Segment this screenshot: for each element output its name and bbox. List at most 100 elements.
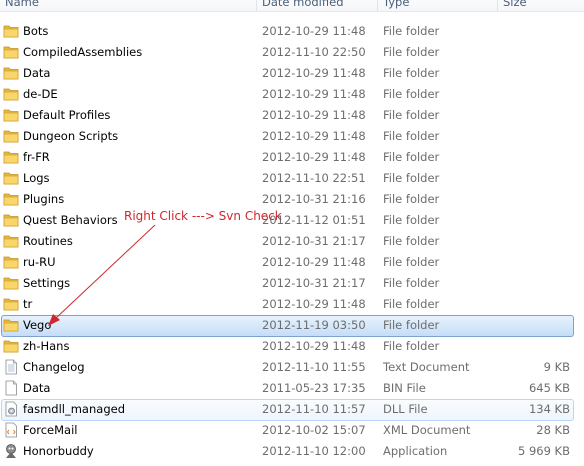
file-name: Bots (23, 24, 49, 38)
file-type: File folder (383, 318, 440, 332)
file-name: Plugins (23, 192, 65, 206)
file-row[interactable]: Routines 2012-10-31 21:17 File folder (0, 231, 584, 252)
file-size: 5 969 KB (517, 444, 570, 458)
file-type: File folder (383, 66, 440, 80)
explorer-file-list: Name Date modified Type Size Bots 2012-10… (0, 0, 584, 466)
file-row[interactable]: Dungeon Scripts 2012-10-29 11:48 File fold… (0, 126, 584, 147)
file-row[interactable]: Bots 2012-10-29 11:48 File folder (0, 21, 584, 42)
xml-document-icon (3, 422, 19, 438)
file-type: File folder (383, 297, 440, 311)
file-type: File folder (383, 339, 440, 353)
file-type: File folder (383, 234, 440, 248)
folder-icon (3, 317, 19, 333)
folder-icon (3, 233, 19, 249)
file-row[interactable]: de-DE 2012-10-29 11:48 File folder (0, 84, 584, 105)
file-row[interactable]: Changelog 2012-11-10 11:55 Text Document 9 … (0, 357, 584, 378)
file-date-modified: 2012-10-31 21:17 (262, 234, 366, 248)
annotation-label: Right Click ---> Svn Check (124, 209, 282, 223)
file-type: File folder (383, 150, 440, 164)
file-row[interactable]: Vego 2012-11-19 03:50 File folder (0, 315, 584, 337)
file-row[interactable]: Settings 2012-10-31 21:17 File folder (0, 273, 584, 294)
file-name: Routines (23, 234, 73, 248)
file-name: fr-FR (23, 150, 50, 164)
column-header-size[interactable]: Size (503, 0, 527, 11)
file-row[interactable]: Logs 2012-11-10 22:51 File folder (0, 168, 584, 189)
folder-icon (3, 107, 19, 123)
column-divider[interactable] (377, 0, 378, 11)
file-name: CompiledAssemblies (23, 45, 143, 59)
file-type: File folder (383, 129, 440, 143)
file-row[interactable]: ru-RU 2012-10-29 11:48 File folder (0, 252, 584, 273)
file-type: File folder (383, 108, 440, 122)
column-header-date[interactable]: Date modified (262, 0, 344, 11)
file-date-modified: 2012-10-29 11:48 (262, 150, 366, 164)
folder-icon (3, 191, 19, 207)
file-date-modified: 2012-11-10 12:00 (262, 444, 366, 458)
file-name: Data (23, 66, 51, 80)
file-date-modified: 2012-10-29 11:48 (262, 297, 366, 311)
file-date-modified: 2012-10-29 11:48 (262, 87, 366, 101)
column-header-name[interactable]: Name (5, 0, 39, 11)
file-row[interactable]: Honorbuddy 2012-11-10 12:00 Application 5 9… (0, 441, 584, 462)
folder-icon (3, 275, 19, 291)
file-date-modified: 2012-11-10 22:51 (262, 171, 366, 185)
file-date-modified: 2012-10-29 11:48 (262, 66, 366, 80)
file-type: File folder (383, 87, 440, 101)
folder-icon (3, 65, 19, 81)
file-name: Dungeon Scripts (23, 129, 119, 143)
file-name: de-DE (23, 87, 58, 101)
file-row[interactable]: fr-FR 2012-10-29 11:48 File folder (0, 147, 584, 168)
file-date-modified: 2012-11-10 22:50 (262, 45, 366, 59)
column-header-type[interactable]: Type (383, 0, 409, 11)
file-type: File folder (383, 276, 440, 290)
file-date-modified: 2012-10-29 11:48 (262, 255, 366, 269)
file-type: Text Document (383, 360, 470, 374)
file-row[interactable]: Data 2011-05-23 17:35 BIN File 645 KB (0, 378, 584, 399)
file-type: File folder (383, 192, 440, 206)
file-row[interactable]: Quest Behaviors 2012-11-12 01:51 File fold… (0, 210, 584, 231)
file-name: Logs (23, 171, 50, 185)
file-row[interactable]: Plugins 2012-10-31 21:16 File folder (0, 189, 584, 210)
file-date-modified: 2012-10-29 11:48 (262, 339, 366, 353)
file-date-modified: 2012-10-31 21:17 (262, 276, 366, 290)
file-type: File folder (383, 45, 440, 59)
file-row[interactable]: Data 2012-10-29 11:48 File folder (0, 63, 584, 84)
text-document-icon (3, 359, 19, 375)
file-row[interactable]: tr 2012-10-29 11:48 File folder (0, 294, 584, 315)
file-date-modified: 2011-05-23 17:35 (262, 381, 366, 395)
file-name: Quest Behaviors (23, 213, 118, 227)
column-divider[interactable] (256, 0, 257, 11)
file-row[interactable]: zh-Hans 2012-10-29 11:48 File folder (0, 336, 584, 357)
file-date-modified: 2012-10-02 15:07 (262, 423, 366, 437)
file-type: XML Document (383, 423, 471, 437)
file-row[interactable]: fasmdll_managed 2012-11-10 11:57 DLL File 1… (0, 399, 584, 421)
file-name: tr (23, 297, 33, 311)
file-row[interactable]: CompiledAssemblies 2012-11-10 22:50 File f… (0, 42, 584, 63)
folder-icon (3, 86, 19, 102)
file-size: 28 KB (536, 423, 570, 437)
folder-icon (3, 338, 19, 354)
file-date-modified: 2012-11-10 11:55 (262, 360, 366, 374)
file-type: BIN File (383, 381, 426, 395)
file-date-modified: 2012-11-10 11:57 (262, 402, 366, 416)
file-type: DLL File (383, 402, 428, 416)
file-date-modified: 2012-10-29 11:48 (262, 129, 366, 143)
folder-icon (3, 128, 19, 144)
file-type: File folder (383, 171, 440, 185)
file-name: zh-Hans (23, 339, 70, 353)
file-date-modified: 2012-11-19 03:50 (262, 318, 366, 332)
file-name: Default Profiles (23, 108, 111, 122)
file-size: 134 KB (528, 402, 570, 416)
column-divider[interactable] (497, 0, 498, 11)
file-row[interactable]: Default Profiles 2012-10-29 11:48 File fol… (0, 105, 584, 126)
file-type: Application (383, 444, 448, 458)
file-name: ru-RU (23, 255, 56, 269)
file-date-modified: 2012-10-31 21:16 (262, 192, 366, 206)
file-row[interactable]: ForceMail 2012-10-02 15:07 XML Document 28 … (0, 420, 584, 441)
file-name: fasmdll_managed (23, 402, 125, 416)
folder-icon (3, 170, 19, 186)
file-size: 645 KB (528, 381, 570, 395)
file-type: File folder (383, 24, 440, 38)
file-name: Vego (23, 318, 52, 332)
file-name: Settings (23, 276, 71, 290)
